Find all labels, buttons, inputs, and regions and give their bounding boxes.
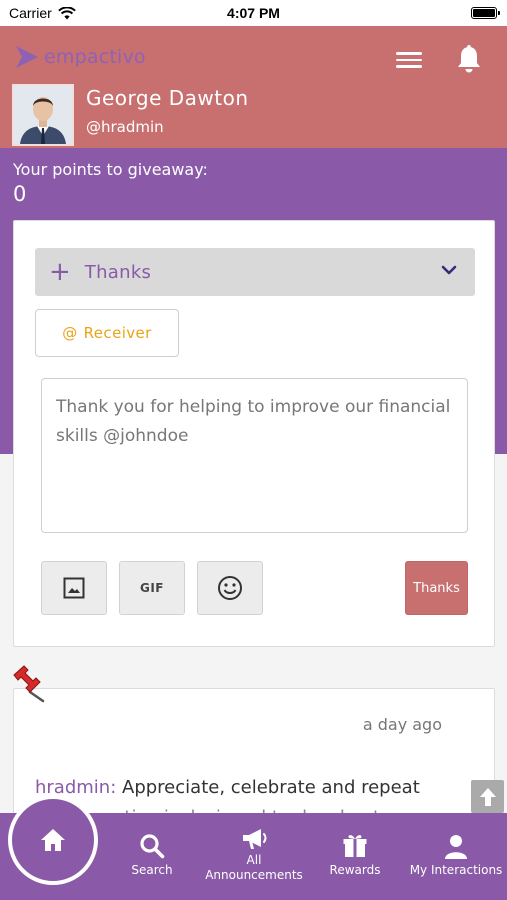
tab-home[interactable] [8,795,98,885]
recognition-type-label: Thanks [84,261,152,283]
logo-text: empactivo [44,46,146,68]
tab-search[interactable]: Search [112,813,192,900]
recognition-composer: + Thanks @ Receiver Thank you for helpin… [13,220,495,647]
bell-icon[interactable] [455,44,483,74]
tab-all-announcements[interactable]: All Announcements [203,813,305,900]
gift-icon [343,835,367,857]
chevron-down-icon [441,265,457,275]
gif-button[interactable]: GIF [119,561,185,615]
app-header: empactivo George Dawton @hradmin [0,26,507,148]
tab-announcements-label: All Announcements [205,853,303,882]
scroll-to-top-button[interactable] [471,780,504,813]
megaphone-icon [243,829,267,849]
message-input[interactable]: Thank you for helping to improve our fin… [41,378,468,533]
person-icon [445,835,467,859]
recognition-type-dropdown[interactable]: + Thanks [35,248,475,296]
send-thanks-button[interactable]: Thanks [405,561,468,615]
arrow-up-icon [479,787,496,806]
tab-rewards-label: Rewards [329,863,381,877]
user-name: George Dawton [86,86,249,110]
post-body: Appreciate, celebrate and repeat [122,777,420,798]
app-logo[interactable]: empactivo [14,44,146,70]
points-value: 0 [13,182,27,206]
profile-photo [14,86,72,144]
pushpin-icon [13,665,45,703]
user-handle: @hradmin [86,118,164,136]
tab-my-interactions[interactable]: My Interactions [405,813,507,900]
search-icon [140,834,165,859]
status-time: 4:07 PM [227,5,280,21]
logo-mark-icon [16,46,38,68]
tab-rewards[interactable]: Rewards [318,813,392,900]
smiley-icon [218,576,242,600]
page: Carrier 4:07 PM empactivo George Dawton … [0,0,507,900]
receiver-label: Receiver [83,324,152,342]
tab-my-interactions-label: My Interactions [409,863,503,877]
home-icon [41,829,65,851]
post-text: hradmin: Appreciate, celebrate and repea… [35,777,420,798]
plus-icon: + [49,257,71,287]
at-icon: @ [62,324,78,342]
menu-icon[interactable] [396,48,422,72]
tab-search-label: Search [131,863,173,877]
status-bar: Carrier 4:07 PM [0,0,507,26]
receiver-button[interactable]: @ Receiver [35,309,179,357]
image-icon [63,577,85,599]
pinned-post-card[interactable]: a day ago hradmin: Appreciate, celebrate… [13,688,495,828]
post-timestamp: a day ago [362,715,442,734]
emoji-button[interactable] [197,561,263,615]
avatar[interactable] [12,84,74,146]
image-upload-button[interactable] [41,561,107,615]
battery-icon [471,7,500,19]
gif-label: GIF [139,581,164,595]
points-label: Your points to giveaway: [13,160,208,179]
